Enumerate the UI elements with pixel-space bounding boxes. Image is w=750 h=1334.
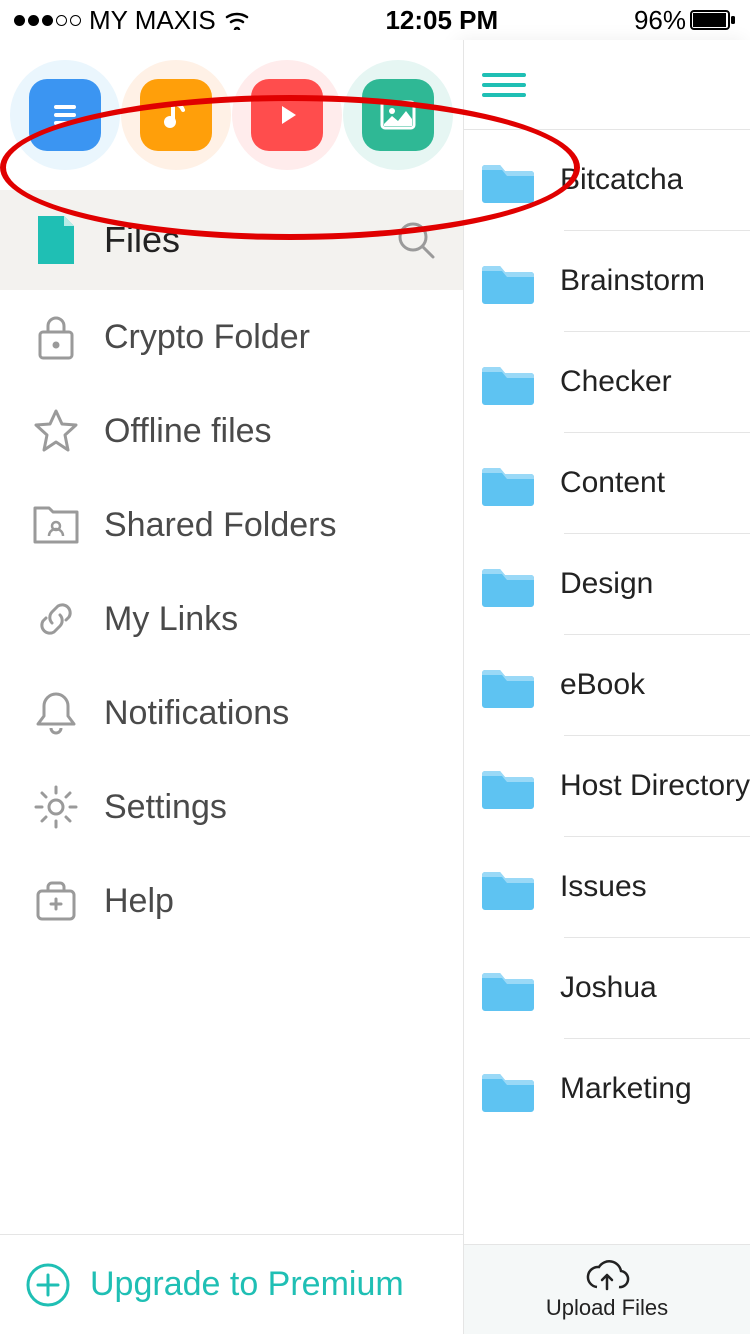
menu-item-label: My Links — [104, 600, 238, 639]
menu-item-help[interactable]: Help — [0, 854, 463, 948]
folder-name: eBook — [560, 668, 645, 702]
menu-item-settings[interactable]: Settings — [0, 760, 463, 854]
help-icon — [26, 879, 86, 923]
folder-row[interactable]: Host Directory — [464, 736, 750, 836]
plus-circle-icon — [24, 1261, 72, 1309]
folder-icon — [478, 156, 538, 204]
folder-name: Joshua — [560, 971, 657, 1005]
bell-icon — [26, 688, 86, 738]
folder-row[interactable]: Issues — [464, 837, 750, 937]
folder-icon — [478, 964, 538, 1012]
play-icon — [272, 100, 302, 130]
menu-item-label: Settings — [104, 788, 227, 827]
battery-icon — [690, 10, 736, 30]
folder-row[interactable]: Marketing — [464, 1039, 750, 1139]
clock: 12:05 PM — [250, 5, 634, 36]
menu-item-label: Offline files — [104, 412, 272, 451]
menu-item-shared[interactable]: Shared Folders — [0, 478, 463, 572]
signal-icon — [14, 15, 81, 26]
folder-name: Checker — [560, 365, 672, 399]
side-drawer: Files Crypto Folder Offline files Shared… — [0, 40, 463, 1334]
menu-item-label: Crypto Folder — [104, 318, 310, 357]
menu-item-links[interactable]: My Links — [0, 572, 463, 666]
folder-row[interactable]: Content — [464, 433, 750, 533]
wifi-icon — [224, 10, 250, 30]
folder-name: Issues — [560, 870, 647, 904]
main-content: Bitcatcha Brainstorm Checker Content Design e… — [463, 40, 750, 1334]
menu-item-offline[interactable]: Offline files — [0, 384, 463, 478]
music-icon — [159, 98, 193, 132]
folder-name: Design — [560, 567, 653, 601]
folder-list[interactable]: Bitcatcha Brainstorm Checker Content Design e… — [464, 130, 750, 1244]
shortcut-images[interactable] — [343, 60, 453, 170]
folder-row[interactable]: eBook — [464, 635, 750, 735]
folder-row[interactable]: Brainstorm — [464, 231, 750, 331]
battery-percent: 96% — [634, 5, 686, 36]
folder-row[interactable]: Checker — [464, 332, 750, 432]
folder-name: Brainstorm — [560, 264, 705, 298]
folder-name: Host Directory — [560, 769, 750, 803]
shared-folder-icon — [26, 504, 86, 546]
hamburger-icon — [482, 71, 526, 99]
menu-item-label: Shared Folders — [104, 506, 336, 545]
gear-icon — [26, 783, 86, 831]
folder-icon — [478, 762, 538, 810]
image-icon — [380, 100, 416, 130]
folder-icon — [478, 257, 538, 305]
upload-files-button[interactable]: Upload Files — [464, 1244, 750, 1334]
folder-icon — [478, 1065, 538, 1113]
document-icon — [48, 98, 82, 132]
search-icon[interactable] — [395, 219, 437, 261]
upgrade-premium[interactable]: Upgrade to Premium — [0, 1234, 463, 1334]
menu-item-label: Notifications — [104, 694, 289, 733]
folder-icon — [478, 459, 538, 507]
upgrade-label: Upgrade to Premium — [90, 1265, 404, 1304]
hamburger-button[interactable] — [464, 40, 750, 130]
star-icon — [26, 407, 86, 455]
menu-item-crypto[interactable]: Crypto Folder — [0, 290, 463, 384]
upload-label: Upload Files — [546, 1295, 668, 1321]
shortcut-music[interactable] — [121, 60, 231, 170]
folder-icon — [478, 560, 538, 608]
status-bar: MY MAXIS 12:05 PM 96% — [0, 0, 750, 40]
folder-icon — [478, 358, 538, 406]
folder-row[interactable]: Joshua — [464, 938, 750, 1038]
carrier-label: MY MAXIS — [89, 5, 216, 36]
folder-row[interactable]: Design — [464, 534, 750, 634]
upload-cloud-icon — [583, 1259, 631, 1293]
folder-name: Marketing — [560, 1072, 692, 1106]
link-icon — [26, 595, 86, 643]
folder-row[interactable]: Bitcatcha — [464, 130, 750, 230]
folder-icon — [478, 863, 538, 911]
menu-item-label: Files — [104, 219, 180, 261]
folder-name: Content — [560, 466, 665, 500]
folder-name: Bitcatcha — [560, 163, 683, 197]
shortcut-video[interactable] — [232, 60, 342, 170]
folder-icon — [478, 661, 538, 709]
shortcut-docs[interactable] — [10, 60, 120, 170]
file-icon — [26, 214, 86, 266]
menu-item-notifications[interactable]: Notifications — [0, 666, 463, 760]
menu-item-label: Help — [104, 882, 174, 921]
shortcut-row — [0, 40, 463, 190]
menu-item-files[interactable]: Files — [0, 190, 463, 290]
lock-icon — [26, 312, 86, 362]
